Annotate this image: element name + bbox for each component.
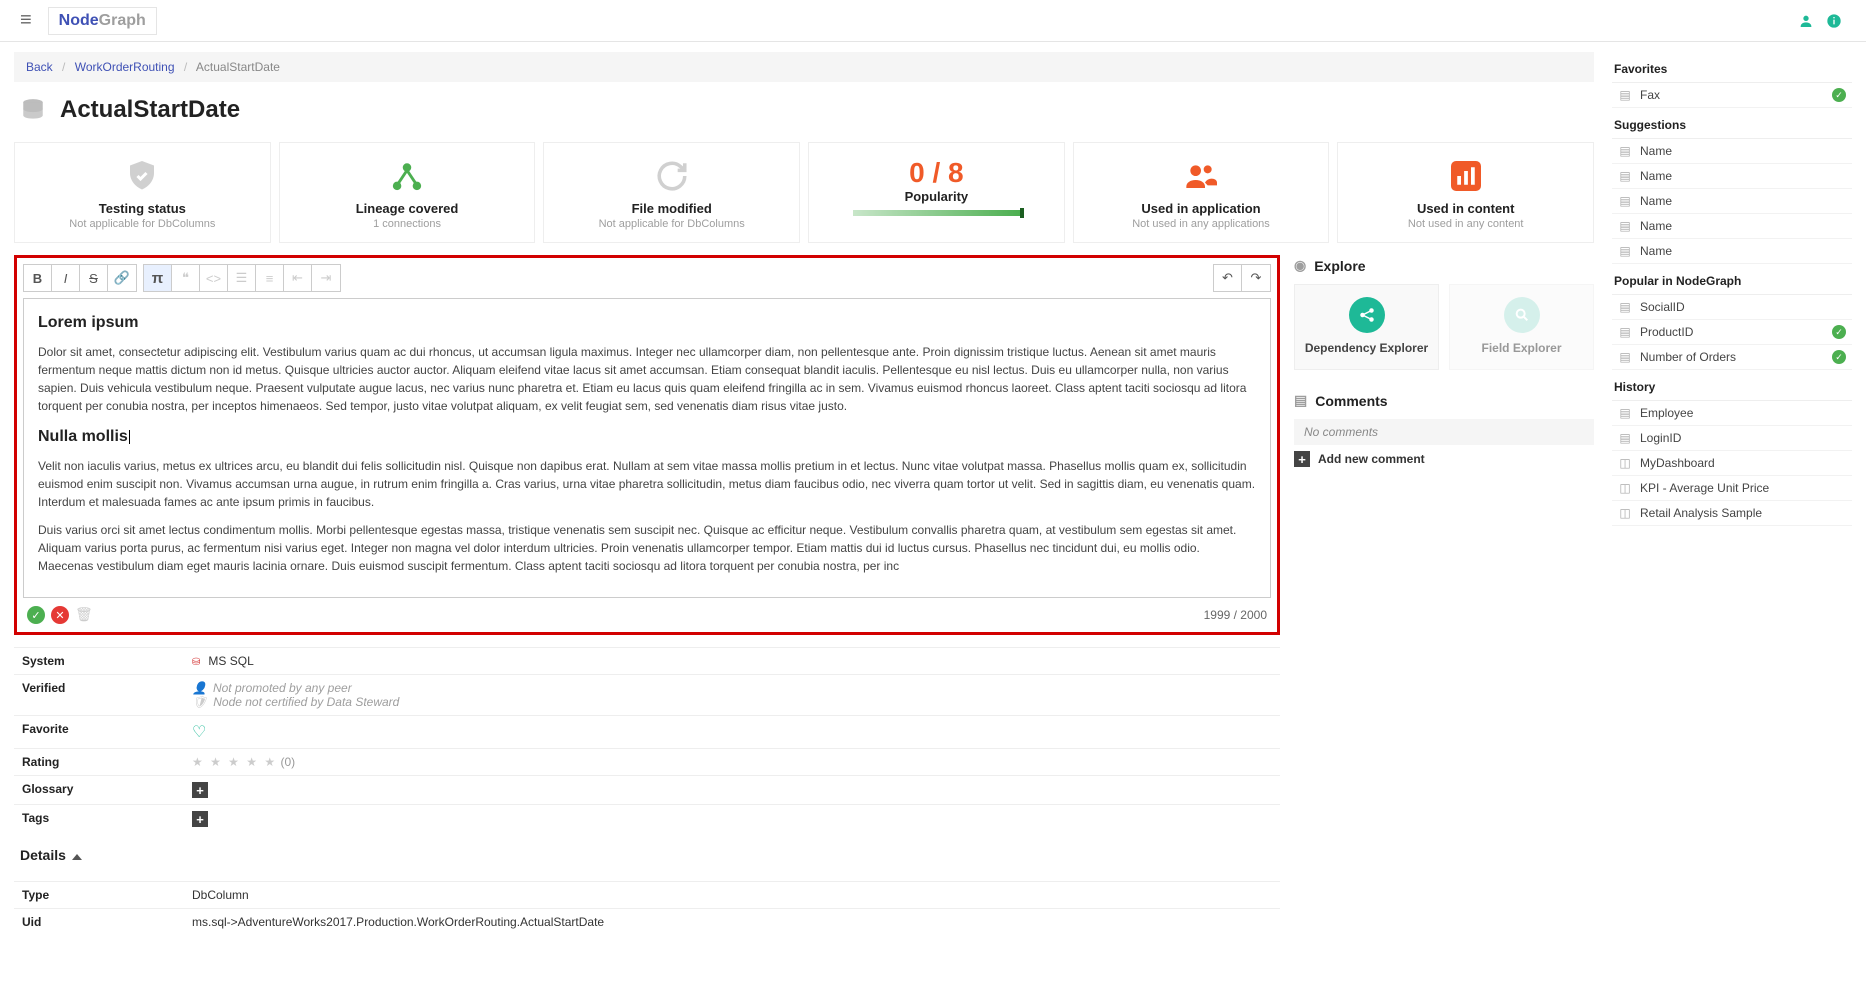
outdent-button[interactable]: ⇤ (284, 265, 312, 291)
side-popular-head: Popular in NodeGraph (1612, 268, 1852, 295)
pop-item[interactable]: ▤Number of Orders✓ (1612, 345, 1852, 370)
row-verified: Verified 👤Not promoted by any peer 🛡Node… (14, 675, 1280, 716)
topbar: ≡ NodeGraph (0, 0, 1866, 42)
breadcrumb: Back / WorkOrderRouting / ActualStartDat… (14, 52, 1594, 82)
fav-item[interactable]: ▤Fax✓ (1612, 83, 1852, 108)
bold-button[interactable]: B (24, 265, 52, 291)
char-counter: 1999 / 2000 (1204, 608, 1267, 622)
page-title: ActualStartDate (60, 96, 240, 124)
hist-item[interactable]: ◫Retail Analysis Sample (1612, 501, 1852, 526)
favorite-toggle[interactable]: ♡ (192, 724, 206, 741)
editor-textarea[interactable]: Lorem ipsum Dolor sit amet, consectetur … (23, 298, 1271, 598)
share-icon (1349, 297, 1385, 333)
sug-item[interactable]: ▤Name (1612, 139, 1852, 164)
rating-stars[interactable]: ★ ★ ★ ★ ★ (192, 755, 277, 769)
sug-item[interactable]: ▤Name (1612, 189, 1852, 214)
side-favorites-head: Favorites (1612, 56, 1852, 83)
compass-icon: ◉ (1294, 257, 1306, 274)
pop-item[interactable]: ▤ProductID✓ (1612, 320, 1852, 345)
link-button[interactable]: 🔗 (108, 265, 136, 291)
quote-button[interactable]: ❝ (172, 265, 200, 291)
hist-item[interactable]: ▤Employee (1612, 401, 1852, 426)
card-lineage: Lineage covered 1 connections (279, 142, 536, 243)
list-ul-button[interactable]: ☰ (228, 265, 256, 291)
dependency-explorer-button[interactable]: Dependency Explorer (1294, 284, 1439, 370)
row-rating: Rating ★ ★ ★ ★ ★ (0) (14, 749, 1280, 776)
pop-item[interactable]: ▤SocialID (1612, 295, 1852, 320)
details-header[interactable]: Details (14, 833, 1280, 869)
add-comment-button[interactable]: +Add new comment (1294, 451, 1594, 467)
code-button[interactable]: <> (200, 265, 228, 291)
right-sidebar: Favorites ▤Fax✓ Suggestions ▤Name ▤Name … (1612, 52, 1852, 935)
cancel-button[interactable]: ✕ (51, 606, 69, 624)
strike-button[interactable]: S (80, 265, 108, 291)
card-file-modified: File modified Not applicable for DbColum… (543, 142, 800, 243)
user-icon[interactable] (1798, 13, 1814, 29)
card-used-content: Used in content Not used in any content (1337, 142, 1594, 243)
sug-item[interactable]: ▤Name (1612, 164, 1852, 189)
add-tag-button[interactable]: + (192, 811, 208, 827)
row-tags: Tags + (14, 805, 1280, 834)
menu-icon[interactable]: ≡ (10, 5, 42, 36)
sug-item[interactable]: ▤Name (1612, 239, 1852, 264)
italic-button[interactable]: I (52, 265, 80, 291)
field-explorer-button: Field Explorer (1449, 284, 1594, 370)
crumb-current: ActualStartDate (196, 60, 280, 74)
comments-header: ▤ Comments (1294, 392, 1594, 409)
side-suggestions-head: Suggestions (1612, 112, 1852, 139)
card-used-app: Used in application Not used in any appl… (1073, 142, 1330, 243)
editor-toolbar: B I S 🔗 π ❝ <> ☰ ≡ ⇤ ⇥ ↶ ↷ (23, 264, 1271, 292)
meta-table: System ⛁MS SQL Verified 👤Not promoted by… (14, 647, 1280, 833)
crumb-back[interactable]: Back (26, 60, 53, 74)
info-icon[interactable] (1826, 13, 1842, 29)
card-popularity: 0 / 8 Popularity (808, 142, 1065, 243)
row-favorite: Favorite ♡ (14, 716, 1280, 749)
heading-button[interactable]: π (144, 265, 172, 291)
crumb-parent[interactable]: WorkOrderRouting (75, 60, 175, 74)
description-editor: B I S 🔗 π ❝ <> ☰ ≡ ⇤ ⇥ ↶ ↷ Lorem ipsum (14, 255, 1280, 635)
indent-button[interactable]: ⇥ (312, 265, 340, 291)
card-testing-status: Testing status Not applicable for DbColu… (14, 142, 271, 243)
check-icon: ✓ (1832, 88, 1846, 102)
db-icon (18, 97, 48, 123)
popularity-bar (853, 210, 1020, 216)
check-icon: ✓ (1832, 350, 1846, 364)
chevron-up-icon (72, 847, 82, 863)
comment-icon: ▤ (1294, 392, 1307, 409)
confirm-button[interactable]: ✓ (27, 606, 45, 624)
check-icon: ✓ (1832, 325, 1846, 339)
hist-item[interactable]: ◫MyDashboard (1612, 451, 1852, 476)
undo-button[interactable]: ↶ (1214, 265, 1242, 291)
app-logo[interactable]: NodeGraph (48, 7, 157, 35)
redo-button[interactable]: ↷ (1242, 265, 1270, 291)
sug-item[interactable]: ▤Name (1612, 214, 1852, 239)
hist-item[interactable]: ◫KPI - Average Unit Price (1612, 476, 1852, 501)
details-table: TypeDbColumn Uidms.sql->AdventureWorks20… (14, 881, 1280, 935)
page-title-row: ActualStartDate (14, 82, 1594, 142)
summary-cards: Testing status Not applicable for DbColu… (14, 142, 1594, 243)
delete-button[interactable]: 🗑 (75, 606, 93, 624)
search-icon (1504, 297, 1540, 333)
add-glossary-button[interactable]: + (192, 782, 208, 798)
side-history-head: History (1612, 374, 1852, 401)
list-ol-button[interactable]: ≡ (256, 265, 284, 291)
row-glossary: Glossary + (14, 776, 1280, 805)
comments-empty: No comments (1294, 419, 1594, 445)
explore-header: ◉ Explore (1294, 257, 1594, 274)
row-system: System ⛁MS SQL (14, 648, 1280, 675)
hist-item[interactable]: ▤LoginID (1612, 426, 1852, 451)
